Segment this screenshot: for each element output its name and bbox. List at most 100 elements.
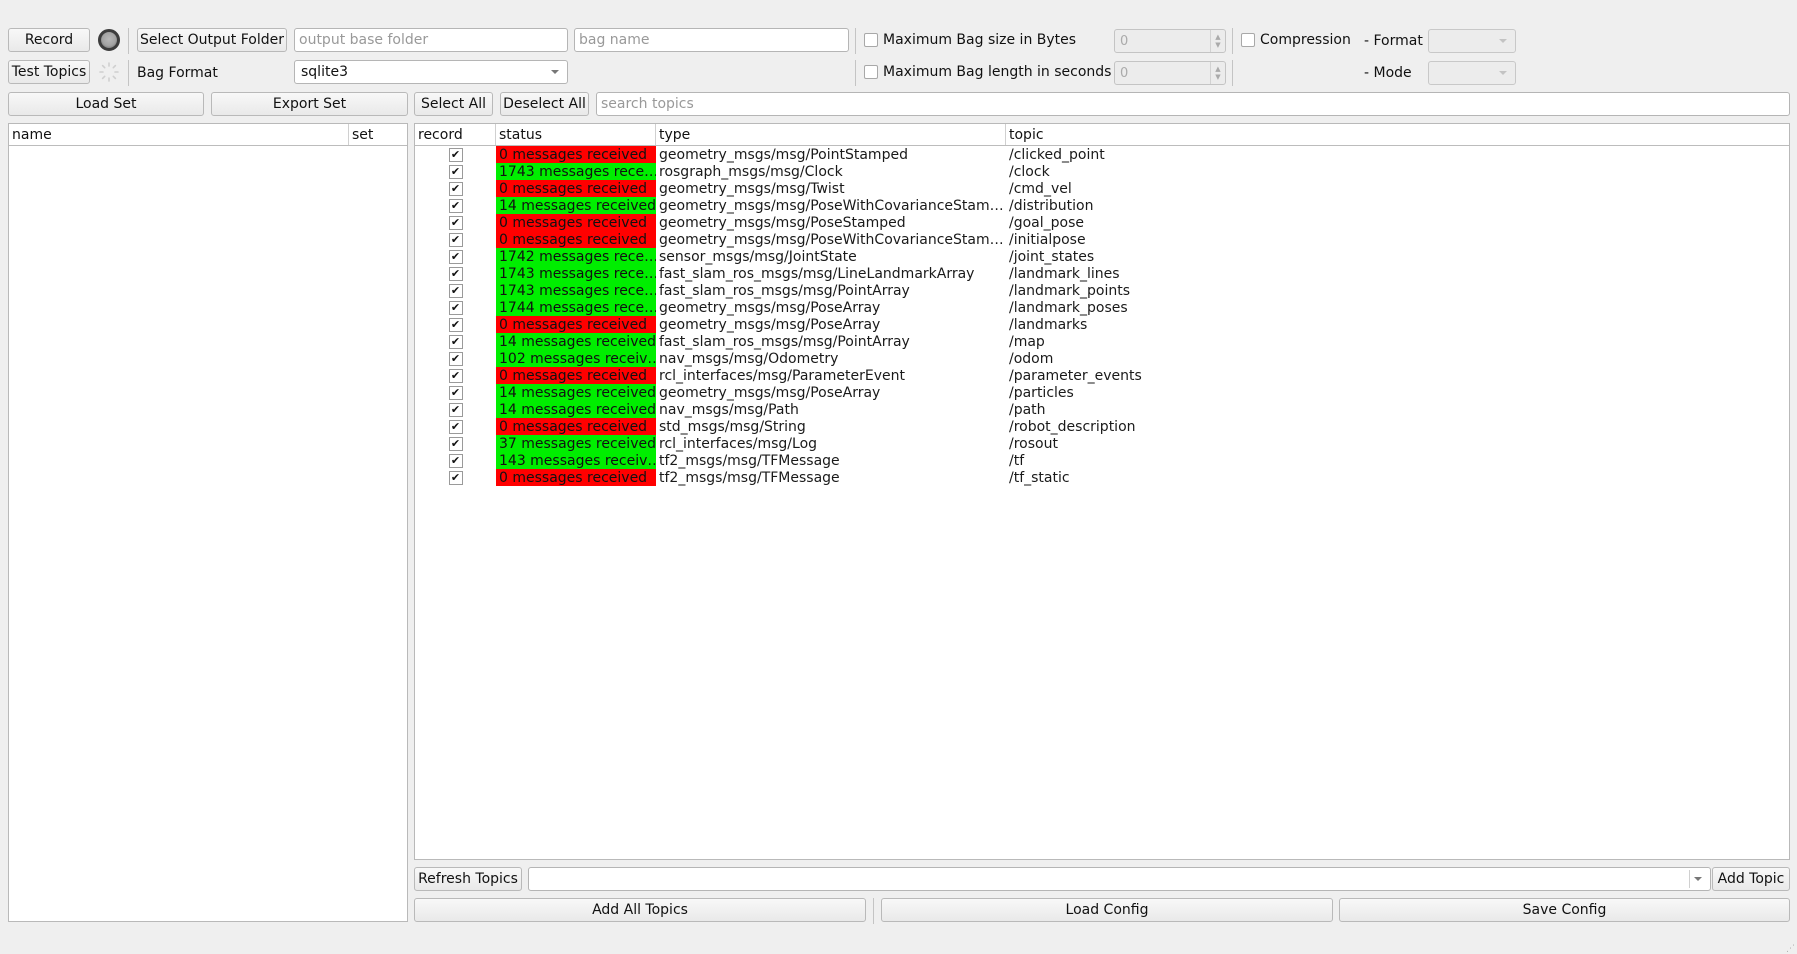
compression-checkbox[interactable]: [1241, 33, 1255, 47]
table-row[interactable]: ✔ 143 messages receiv… tf2_msgs/msg/TFMess…: [415, 452, 1789, 469]
record-cell: ✔: [415, 197, 496, 214]
load-config-button[interactable]: Load Config: [881, 898, 1333, 922]
column-header-topic[interactable]: topic: [1006, 124, 1789, 145]
column-header-status[interactable]: status: [496, 124, 656, 145]
record-checkbox[interactable]: ✔: [448, 402, 463, 417]
table-row[interactable]: ✔ 0 messages received geometry_msgs/msg/Po…: [415, 231, 1789, 248]
status-cell: 1744 messages rece…: [496, 299, 656, 316]
record-checkbox[interactable]: ✔: [448, 334, 463, 349]
status-cell: 0 messages received: [496, 469, 656, 486]
table-row[interactable]: ✔ 14 messages received geometry_msgs/msg/P…: [415, 197, 1789, 214]
topic-cell: /tf: [1009, 452, 1025, 469]
topic-select[interactable]: [528, 867, 1711, 891]
format-label: - Format: [1364, 33, 1423, 49]
sets-table[interactable]: name set: [8, 123, 408, 922]
chevron-down-icon: [1499, 71, 1507, 75]
record-checkbox[interactable]: ✔: [448, 351, 463, 366]
spin-arrows-icon[interactable]: ▲ ▼: [1210, 30, 1225, 52]
record-cell: ✔: [415, 282, 496, 299]
save-config-button[interactable]: Save Config: [1339, 898, 1790, 922]
sets-table-header: name set: [9, 124, 407, 146]
table-row[interactable]: ✔ 0 messages received geometry_msgs/msg/Po…: [415, 316, 1789, 333]
table-row[interactable]: ✔ 14 messages received fast_slam_ros_msgs/…: [415, 333, 1789, 350]
record-checkbox[interactable]: ✔: [448, 181, 463, 196]
table-row[interactable]: ✔ 0 messages received tf2_msgs/msg/TFMessa…: [415, 469, 1789, 486]
column-header-set[interactable]: set: [349, 124, 407, 145]
record-checkbox[interactable]: ✔: [448, 300, 463, 315]
add-topic-button[interactable]: Add Topic: [1712, 867, 1790, 891]
record-checkbox[interactable]: ✔: [448, 198, 463, 213]
checkmark-icon: ✔: [450, 419, 461, 433]
table-row[interactable]: ✔ 14 messages received nav_msgs/msg/Path/p…: [415, 401, 1789, 418]
record-cell: ✔: [415, 435, 496, 452]
output-folder-input[interactable]: output base folder: [294, 28, 568, 52]
test-topics-button[interactable]: Test Topics: [8, 60, 90, 84]
record-cell: ✔: [415, 350, 496, 367]
record-checkbox[interactable]: ✔: [448, 436, 463, 451]
type-cell: nav_msgs/msg/Odometry: [659, 350, 839, 367]
record-checkbox[interactable]: ✔: [448, 266, 463, 281]
table-row[interactable]: ✔ 102 messages receiv… nav_msgs/msg/Odomet…: [415, 350, 1789, 367]
record-checkbox[interactable]: ✔: [448, 317, 463, 332]
select-all-button[interactable]: Select All: [414, 92, 493, 116]
table-row[interactable]: ✔ 14 messages received geometry_msgs/msg/P…: [415, 384, 1789, 401]
refresh-topics-button[interactable]: Refresh Topics: [414, 867, 522, 891]
record-checkbox[interactable]: ✔: [448, 453, 463, 468]
max-size-checkbox[interactable]: [864, 33, 878, 47]
max-size-value: 0: [1120, 33, 1129, 49]
table-row[interactable]: ✔ 0 messages received geometry_msgs/msg/Po…: [415, 146, 1789, 163]
load-set-button[interactable]: Load Set: [8, 92, 204, 116]
checkmark-icon: ✔: [450, 198, 461, 212]
separator: [855, 60, 856, 86]
status-cell: 0 messages received: [496, 316, 656, 333]
max-size-spinbox[interactable]: 0 ▲ ▼: [1114, 29, 1226, 53]
record-checkbox[interactable]: ✔: [448, 283, 463, 298]
record-checkbox[interactable]: ✔: [448, 215, 463, 230]
column-header-name[interactable]: name: [9, 124, 349, 145]
select-output-folder-button[interactable]: Select Output Folder: [137, 28, 287, 52]
deselect-all-button[interactable]: Deselect All: [500, 92, 589, 116]
max-length-spinbox[interactable]: 0 ▲ ▼: [1114, 61, 1226, 85]
topics-table[interactable]: record status type topic ✔ 0 messages rec…: [414, 123, 1790, 860]
compression-mode-select[interactable]: [1428, 61, 1516, 85]
resize-grip-icon[interactable]: ⋰: [1786, 944, 1795, 954]
table-row[interactable]: ✔ 1742 messages rece… sensor_msgs/msg/Join…: [415, 248, 1789, 265]
table-row[interactable]: ✔ 0 messages received geometry_msgs/msg/Po…: [415, 214, 1789, 231]
record-checkbox[interactable]: ✔: [448, 419, 463, 434]
spin-arrows-icon[interactable]: ▲ ▼: [1210, 62, 1225, 84]
bag-format-select[interactable]: sqlite3: [294, 60, 568, 84]
add-all-topics-button[interactable]: Add All Topics: [414, 898, 866, 922]
record-checkbox[interactable]: ✔: [448, 232, 463, 247]
mode-label: - Mode: [1364, 65, 1412, 81]
compression-format-select[interactable]: [1428, 29, 1516, 53]
checkmark-icon: ✔: [450, 385, 461, 399]
column-header-type[interactable]: type: [656, 124, 1006, 145]
compression-label: Compression: [1260, 32, 1351, 48]
bag-name-input[interactable]: bag name: [574, 28, 849, 52]
export-set-button[interactable]: Export Set: [211, 92, 408, 116]
table-row[interactable]: ✔ 0 messages received rcl_interfaces/msg/P…: [415, 367, 1789, 384]
table-row[interactable]: ✔ 1743 messages rece… fast_slam_ros_msgs/m…: [415, 265, 1789, 282]
topic-cell: /goal_pose: [1009, 214, 1084, 231]
topic-cell: /rosout: [1009, 435, 1058, 452]
table-row[interactable]: ✔ 37 messages received rcl_interfaces/msg/…: [415, 435, 1789, 452]
record-checkbox[interactable]: ✔: [448, 147, 463, 162]
table-row[interactable]: ✔ 0 messages received geometry_msgs/msg/Tw…: [415, 180, 1789, 197]
record-checkbox[interactable]: ✔: [448, 470, 463, 485]
table-row[interactable]: ✔ 1743 messages rece… fast_slam_ros_msgs/m…: [415, 282, 1789, 299]
record-checkbox[interactable]: ✔: [448, 164, 463, 179]
separator: [1689, 870, 1690, 888]
record-button[interactable]: Record: [8, 28, 90, 52]
max-length-checkbox[interactable]: [864, 65, 878, 79]
table-row[interactable]: ✔ 1743 messages rece… rosgraph_msgs/msg/Cl…: [415, 163, 1789, 180]
search-topics-input[interactable]: search topics: [596, 92, 1790, 116]
topic-cell: /particles: [1009, 384, 1074, 401]
table-row[interactable]: ✔ 0 messages received std_msgs/msg/String /…: [415, 418, 1789, 435]
record-checkbox[interactable]: ✔: [448, 368, 463, 383]
column-header-record[interactable]: record: [415, 124, 496, 145]
record-checkbox[interactable]: ✔: [448, 249, 463, 264]
record-checkbox[interactable]: ✔: [448, 385, 463, 400]
table-row[interactable]: ✔ 1744 messages rece… geometry_msgs/msg/Po…: [415, 299, 1789, 316]
status-cell: 14 messages received: [496, 384, 656, 401]
record-cell: ✔: [415, 452, 496, 469]
